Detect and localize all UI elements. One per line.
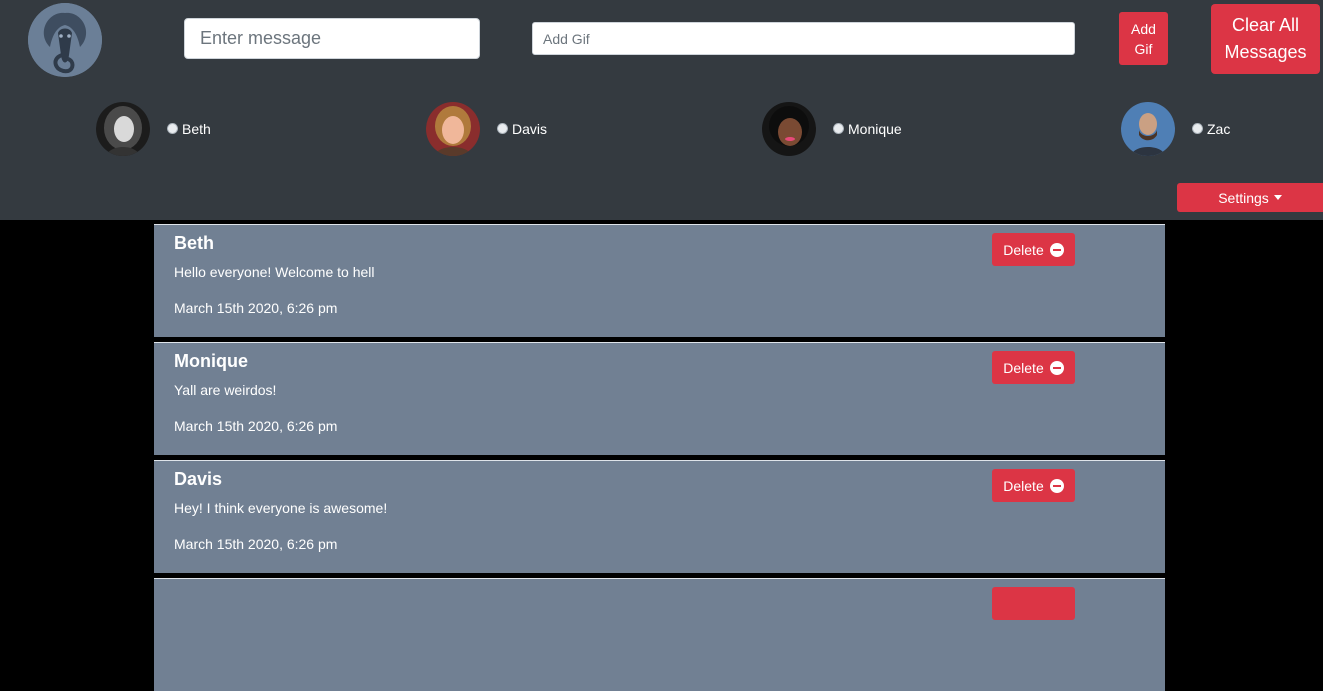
delete-message-button[interactable]: Delete [992,351,1075,384]
message-text: Hello everyone! Welcome to hell [174,264,375,280]
delete-message-button[interactable]: Delete [992,233,1075,266]
select-user-radio[interactable] [167,123,178,134]
delete-message-button[interactable]: Delete [992,469,1075,502]
message-text: Yall are weirdos! [174,382,277,398]
avatar-monique [762,101,816,156]
user-name: Zac [1207,120,1231,137]
add-gif-button[interactable]: Add Gif [1119,12,1168,65]
user-beth[interactable]: Beth [96,100,211,157]
delete-label: Delete [1003,241,1044,258]
message-text: Hey! I think everyone is awesome! [174,500,388,516]
user-davis[interactable]: Davis [426,100,547,157]
user-zac[interactable]: Zac [1121,100,1230,157]
user-name: Davis [512,120,548,137]
delete-label: Delete [1003,359,1044,376]
message-timestamp: March 15th 2020, 6:26 pm [174,300,338,316]
cobra-logo-icon [28,3,102,77]
gif-url-input[interactable] [532,22,1075,55]
avatar-beth [96,101,150,156]
clear-all-messages-button[interactable]: Clear All Messages [1211,4,1320,74]
message-author: Monique [174,351,248,371]
select-user-radio[interactable] [1192,123,1203,134]
top-bar: Add Gif Clear All Messages Beth Davis [0,0,1323,220]
user-monique[interactable]: Monique [762,100,902,157]
select-user-radio[interactable] [497,123,508,134]
message-input[interactable] [184,18,480,59]
select-user-radio[interactable] [833,123,844,134]
message-author: Davis [174,469,223,489]
user-name: Monique [848,120,902,137]
user-name: Beth [182,120,211,137]
message-timestamp: March 15th 2020, 6:26 pm [174,418,338,434]
minus-circle-icon [1049,242,1064,257]
settings-label: Settings [1218,189,1269,206]
message-card: Monique Yall are weirdos! March 15th 202… [154,342,1165,455]
delete-message-button[interactable] [992,587,1075,620]
minus-circle-icon [1049,478,1064,493]
settings-dropdown-button[interactable]: Settings [1177,183,1323,212]
message-author: Beth [174,233,214,253]
delete-label: Delete [1003,477,1044,494]
message-card: Beth Hello everyone! Welcome to hell Mar… [154,224,1165,337]
avatar-davis [426,101,480,156]
message-timestamp: March 15th 2020, 6:26 pm [174,536,338,552]
message-card: Davis Hey! I think everyone is awesome! … [154,460,1165,573]
avatar-zac [1121,101,1175,156]
message-card [154,578,1165,691]
minus-circle-icon [1049,360,1064,375]
caret-down-icon [1273,195,1282,200]
